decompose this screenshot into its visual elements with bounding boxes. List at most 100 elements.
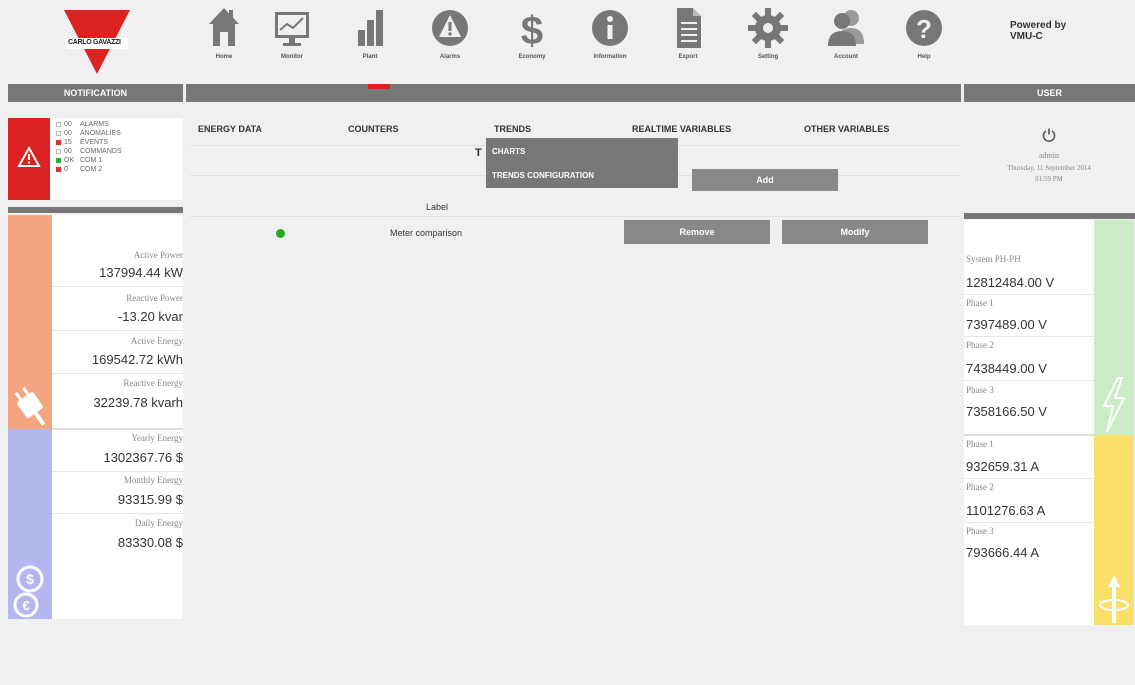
svg-text:?: ? [916, 14, 932, 44]
nav-information[interactable]: Information [584, 6, 636, 72]
svg-text:$: $ [521, 9, 543, 50]
notification-com1[interactable]: OK COM 1 [56, 156, 102, 165]
current-color-strip [1094, 435, 1134, 625]
nav-information-label: Information [593, 54, 627, 60]
nav-plant[interactable]: Plant [344, 6, 396, 72]
current-phase1-label: Phase 1 [966, 439, 994, 449]
reactive-energy-label: Reactive Energy [123, 378, 183, 388]
row-divider [52, 471, 183, 472]
add-button[interactable]: Add [692, 169, 838, 191]
alarm-icon [432, 10, 468, 46]
voltage-phase2-value: 7438449.00 V [966, 361, 1047, 376]
label-column-header: Label [426, 202, 449, 212]
reactive-energy-value: 32239.78 kvarh [93, 395, 183, 410]
notification-anomalies[interactable]: 00 ANOMALIES [56, 129, 121, 138]
powered-by-text: Powered by VMU-C [1010, 20, 1066, 42]
remove-button[interactable]: Remove [624, 220, 770, 244]
users-icon [828, 10, 864, 46]
status-square [56, 139, 61, 145]
menu-item-trends-configuration[interactable]: TRENDS CONFIGURATION [492, 171, 594, 180]
modify-button[interactable]: Modify [782, 220, 928, 244]
row-divider [964, 522, 1094, 523]
header-divider [190, 216, 960, 217]
status-dot [276, 229, 285, 238]
yearly-energy-label: Yearly Energy [131, 433, 183, 443]
bar-chart-icon [358, 10, 383, 46]
tab-counters[interactable]: COUNTERS [348, 124, 399, 134]
notification-alarms[interactable]: 00 ALARMS [56, 120, 109, 129]
notification-alert-block [8, 118, 50, 200]
current-phase1-value: 932659.31 A [966, 459, 1040, 474]
current-phase2-label: Phase 2 [966, 482, 994, 492]
nav-monitor[interactable]: Monitor [266, 6, 318, 72]
tab-other-variables[interactable]: OTHER VARIABLES [804, 124, 889, 134]
nav-home-label: Home [215, 54, 233, 60]
active-energy-label: Active Energy [130, 336, 183, 346]
row-divider [52, 373, 183, 374]
voltage-phase2-label: Phase 2 [966, 340, 994, 350]
voltage-phase1-value: 7397489.00 V [966, 317, 1047, 332]
monthly-energy-value: 93315.99 $ [117, 492, 183, 507]
notification-events[interactable]: 15 EVENTS [56, 138, 108, 147]
notification-com2[interactable]: 0 COM 2 [56, 165, 102, 174]
row-divider [964, 478, 1094, 479]
top-header: CARLO GAVAZZI Home Monitor Plant Alarms … [0, 0, 1135, 82]
row-divider [964, 294, 1094, 295]
table-row[interactable]: Meter comparison Remove Modify [190, 220, 960, 246]
plug-icon [14, 386, 46, 426]
status-square [56, 130, 61, 136]
main-bar [186, 84, 961, 102]
nav-setting[interactable]: Setting [742, 6, 794, 72]
nav-account-label: Account [834, 54, 858, 60]
nav-alarms[interactable]: Alarms [424, 6, 476, 72]
nav-economy[interactable]: $ Economy [506, 6, 558, 72]
warning-icon [17, 145, 41, 167]
monitor-icon [275, 12, 309, 46]
user-time: 01:59 PM [1035, 175, 1063, 183]
user-name: admin [1039, 151, 1059, 160]
user-panel: admin Thursday, 11 September 2014 01:59 … [964, 110, 1134, 210]
svg-text:$: $ [26, 571, 34, 587]
nav-alarms-label: Alarms [439, 54, 461, 60]
nav-export[interactable]: Export [662, 6, 714, 72]
notification-commands[interactable]: 00 COMMANDS [56, 147, 122, 156]
power-icon[interactable] [1042, 128, 1056, 142]
document-icon [677, 8, 701, 48]
daily-energy-label: Daily Energy [134, 518, 183, 528]
row-divider [964, 336, 1094, 337]
reactive-power-label: Reactive Power [126, 293, 183, 303]
tab-energy-data[interactable]: ENERGY DATA [198, 124, 262, 134]
lightning-icon [1102, 377, 1126, 433]
voltage-phase3-value: 7358166.50 V [966, 404, 1047, 419]
current-phase3-value: 793666.44 A [966, 545, 1040, 560]
active-power-label: Active Power [133, 250, 183, 260]
meter-probe-icon [1099, 575, 1129, 623]
reactive-power-value: -13.20 kvar [117, 309, 183, 324]
notification-bar: NOTIFICATION [8, 84, 183, 102]
carlo-gavazzi-logo[interactable]: CARLO GAVAZZI [62, 10, 132, 76]
row-label: Meter comparison [390, 228, 463, 238]
gear-icon [748, 8, 788, 48]
nav-plant-label: Plant [362, 54, 378, 60]
daily-energy-value: 83330.08 $ [117, 535, 183, 550]
info-icon [592, 10, 628, 46]
nav-home[interactable]: Home [198, 6, 250, 72]
dollar-icon: $ [521, 9, 543, 50]
vmu-c-page: CARLO GAVAZZI Home Monitor Plant Alarms … [0, 0, 1135, 685]
nav-account[interactable]: Account [820, 6, 872, 72]
current-phase3-label: Phase 3 [966, 526, 994, 536]
tab-trends[interactable]: TRENDS [494, 124, 531, 134]
monthly-energy-label: Monthly Energy [123, 475, 183, 485]
user-date: Thursday, 11 September 2014 [1007, 164, 1091, 172]
powered-by-line1: Powered by [1010, 20, 1067, 31]
trends-title-fragment: T [475, 147, 482, 159]
system-ph-ph-value: 12812484.00 V [966, 275, 1055, 290]
tab-realtime-variables[interactable]: REALTIME VARIABLES [632, 124, 731, 134]
nav-help-label: Help [917, 54, 931, 60]
nav-help[interactable]: ? Help [898, 6, 950, 72]
menu-item-charts[interactable]: CHARTS [492, 147, 525, 156]
row-divider [52, 513, 183, 514]
logo-text: CARLO GAVAZZI [68, 39, 121, 46]
status-square [56, 157, 61, 163]
active-energy-value: 169542.72 kWh [91, 352, 183, 367]
